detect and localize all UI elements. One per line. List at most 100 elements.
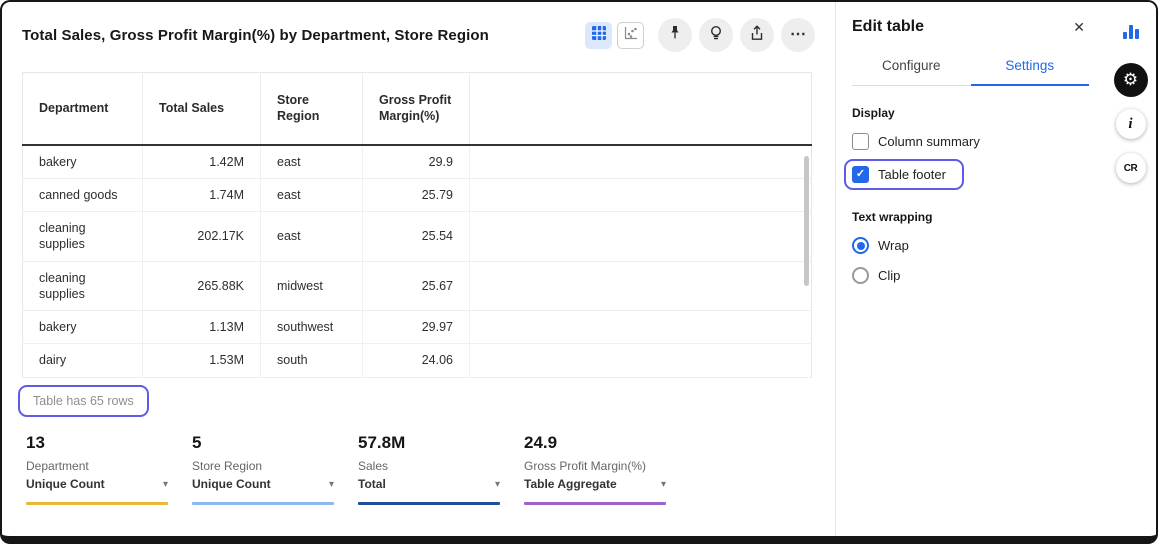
cell-filler	[470, 145, 812, 179]
summary-aggregation-label: Table Aggregate	[524, 477, 617, 491]
summary-color-underline	[524, 502, 666, 505]
cell-total-sales: 202.17K	[143, 212, 261, 262]
close-panel-button[interactable]: ✕	[1069, 18, 1089, 36]
app-window: Total Sales, Gross Profit Margin(%) by D…	[0, 0, 1158, 544]
radio-selected[interactable]	[852, 237, 869, 254]
ellipsis-icon: ⋯	[790, 27, 806, 43]
close-icon: ✕	[1073, 19, 1085, 35]
main-header: Total Sales, Gross Profit Margin(%) by D…	[2, 2, 835, 52]
table-footer-checkbox-row[interactable]: ✓ Table footer	[852, 166, 946, 183]
charts-rail-button[interactable]	[1120, 20, 1142, 47]
summary-value: 57.8M	[358, 433, 500, 453]
summary-color-underline	[358, 502, 500, 505]
annotation-callout-table-footer-option: ✓ Table footer	[844, 159, 964, 190]
table-icon	[591, 25, 607, 46]
summary-label: Store Region	[192, 459, 334, 473]
main-content: Total Sales, Gross Profit Margin(%) by D…	[2, 2, 835, 536]
table-vertical-scrollbar[interactable]	[804, 156, 809, 286]
summary-block-sales: 57.8M Sales Total ▾	[358, 433, 500, 505]
cell-gross-profit-margin: 29.97	[363, 311, 470, 344]
toolbar-actions: ⋯	[658, 18, 815, 52]
summary-label: Gross Profit Margin(%)	[524, 459, 666, 473]
pin-button[interactable]	[658, 18, 692, 52]
summary-aggregation-dropdown[interactable]: Total ▾	[358, 477, 500, 491]
radio-unselected[interactable]	[852, 267, 869, 284]
summary-block-store-region: 5 Store Region Unique Count ▾	[192, 433, 334, 505]
chevron-down-icon: ▾	[495, 479, 500, 490]
edit-table-panel: Edit table ✕ Configure Settings Display …	[835, 2, 1105, 536]
summary-footer-row: 13 Department Unique Count ▾ 5 Store Reg…	[26, 433, 666, 505]
data-table-container: Department Total Sales Store Region Gros…	[22, 72, 812, 378]
column-summary-checkbox-row[interactable]: Column summary	[852, 133, 1089, 150]
column-summary-label: Column summary	[878, 134, 980, 149]
gear-icon: ⚙	[1123, 70, 1138, 90]
cell-gross-profit-margin: 25.67	[363, 261, 470, 311]
cell-total-sales: 1.42M	[143, 145, 261, 179]
cell-filler	[470, 311, 812, 344]
checkbox-checked[interactable]: ✓	[852, 166, 869, 183]
info-icon: i	[1128, 116, 1132, 133]
lightbulb-button[interactable]	[699, 18, 733, 52]
column-header-gross-profit-margin[interactable]: Gross Profit Margin(%)	[363, 73, 470, 145]
info-rail-button[interactable]: i	[1116, 109, 1146, 139]
table-view-button[interactable]	[585, 22, 612, 49]
cell-store-region: southwest	[261, 311, 363, 344]
cell-gross-profit-margin: 25.79	[363, 178, 470, 211]
summary-aggregation-label: Unique Count	[192, 477, 271, 491]
cell-gross-profit-margin: 24.06	[363, 344, 470, 377]
cell-filler	[470, 344, 812, 377]
lightbulb-icon	[707, 24, 725, 47]
table-row: cleaning supplies 265.88K midwest 25.67	[23, 261, 812, 311]
logo-rail-button[interactable]: CR	[1116, 153, 1146, 183]
table-footer-label: Table footer	[878, 167, 946, 182]
summary-label: Sales	[358, 459, 500, 473]
table-row: canned goods 1.74M east 25.79	[23, 178, 812, 211]
table-row: dairy 1.53M south 24.06	[23, 344, 812, 377]
share-button[interactable]	[740, 18, 774, 52]
cell-store-region: south	[261, 344, 363, 377]
summary-aggregation-label: Total	[358, 477, 386, 491]
annotation-callout-table-footer-note: Table has 65 rows	[18, 385, 149, 417]
summary-label: Department	[26, 459, 168, 473]
summary-value: 5	[192, 433, 334, 453]
more-options-button[interactable]: ⋯	[781, 18, 815, 52]
column-header-department[interactable]: Department	[23, 73, 143, 145]
clip-label: Clip	[878, 268, 900, 283]
summary-aggregation-dropdown[interactable]: Unique Count ▾	[26, 477, 168, 491]
checkbox-unchecked[interactable]	[852, 133, 869, 150]
cell-gross-profit-margin: 29.9	[363, 145, 470, 179]
settings-rail-button[interactable]: ⚙	[1114, 63, 1148, 97]
cell-department: bakery	[23, 145, 143, 179]
summary-value: 24.9	[524, 433, 666, 453]
chart-view-button[interactable]	[617, 22, 644, 49]
summary-value: 13	[26, 433, 168, 453]
summary-aggregation-dropdown[interactable]: Unique Count ▾	[192, 477, 334, 491]
cell-store-region: east	[261, 212, 363, 262]
cell-total-sales: 265.88K	[143, 261, 261, 311]
view-type-toggle	[585, 22, 644, 49]
summary-color-underline	[26, 502, 168, 505]
cell-total-sales: 1.53M	[143, 344, 261, 377]
cell-total-sales: 1.13M	[143, 311, 261, 344]
cell-filler	[470, 261, 812, 311]
column-header-total-sales[interactable]: Total Sales	[143, 73, 261, 145]
bar-chart-icon	[1120, 20, 1142, 47]
table-row: bakery 1.13M southwest 29.97	[23, 311, 812, 344]
page-title: Total Sales, Gross Profit Margin(%) by D…	[22, 27, 489, 44]
share-icon	[748, 24, 766, 47]
cell-store-region: midwest	[261, 261, 363, 311]
tab-settings[interactable]: Settings	[971, 48, 1090, 86]
table-header-row: Department Total Sales Store Region Gros…	[23, 73, 812, 145]
tab-configure[interactable]: Configure	[852, 48, 971, 85]
summary-aggregation-dropdown[interactable]: Table Aggregate ▾	[524, 477, 666, 491]
display-section-label: Display	[852, 106, 1089, 120]
cell-department: bakery	[23, 311, 143, 344]
chevron-down-icon: ▾	[329, 479, 334, 490]
summary-block-gross-profit-margin: 24.9 Gross Profit Margin(%) Table Aggreg…	[524, 433, 666, 505]
right-icon-rail: ⚙ i CR	[1105, 2, 1156, 536]
clip-radio-row[interactable]: Clip	[852, 267, 1089, 284]
cell-total-sales: 1.74M	[143, 178, 261, 211]
panel-header: Edit table ✕	[852, 18, 1089, 36]
wrap-radio-row[interactable]: Wrap	[852, 237, 1089, 254]
column-header-store-region[interactable]: Store Region	[261, 73, 363, 145]
